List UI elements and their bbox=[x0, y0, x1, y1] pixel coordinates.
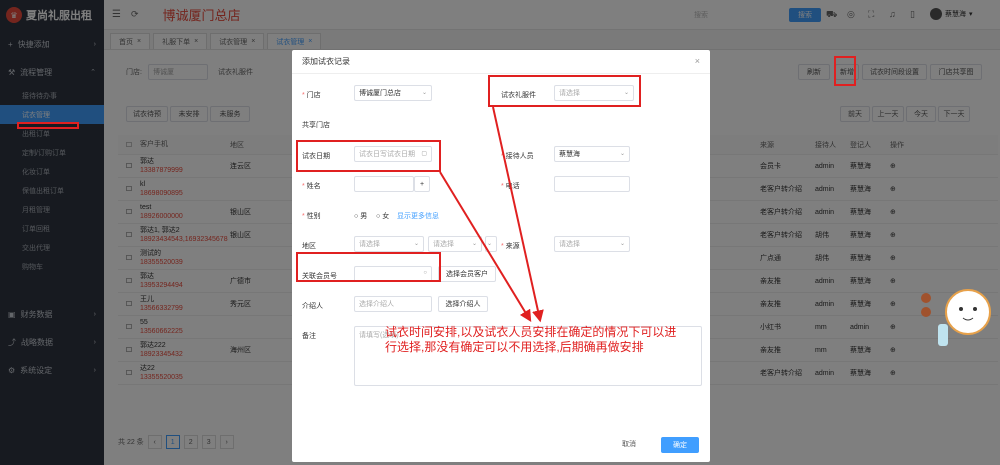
annotation-note: 试衣时间安排,以及试衣人员安排在确定的情况下可以进行选择,那没有确定可以不用选择… bbox=[385, 325, 677, 354]
annotation-arrows bbox=[439, 106, 544, 323]
mascot-sticker bbox=[921, 289, 991, 346]
